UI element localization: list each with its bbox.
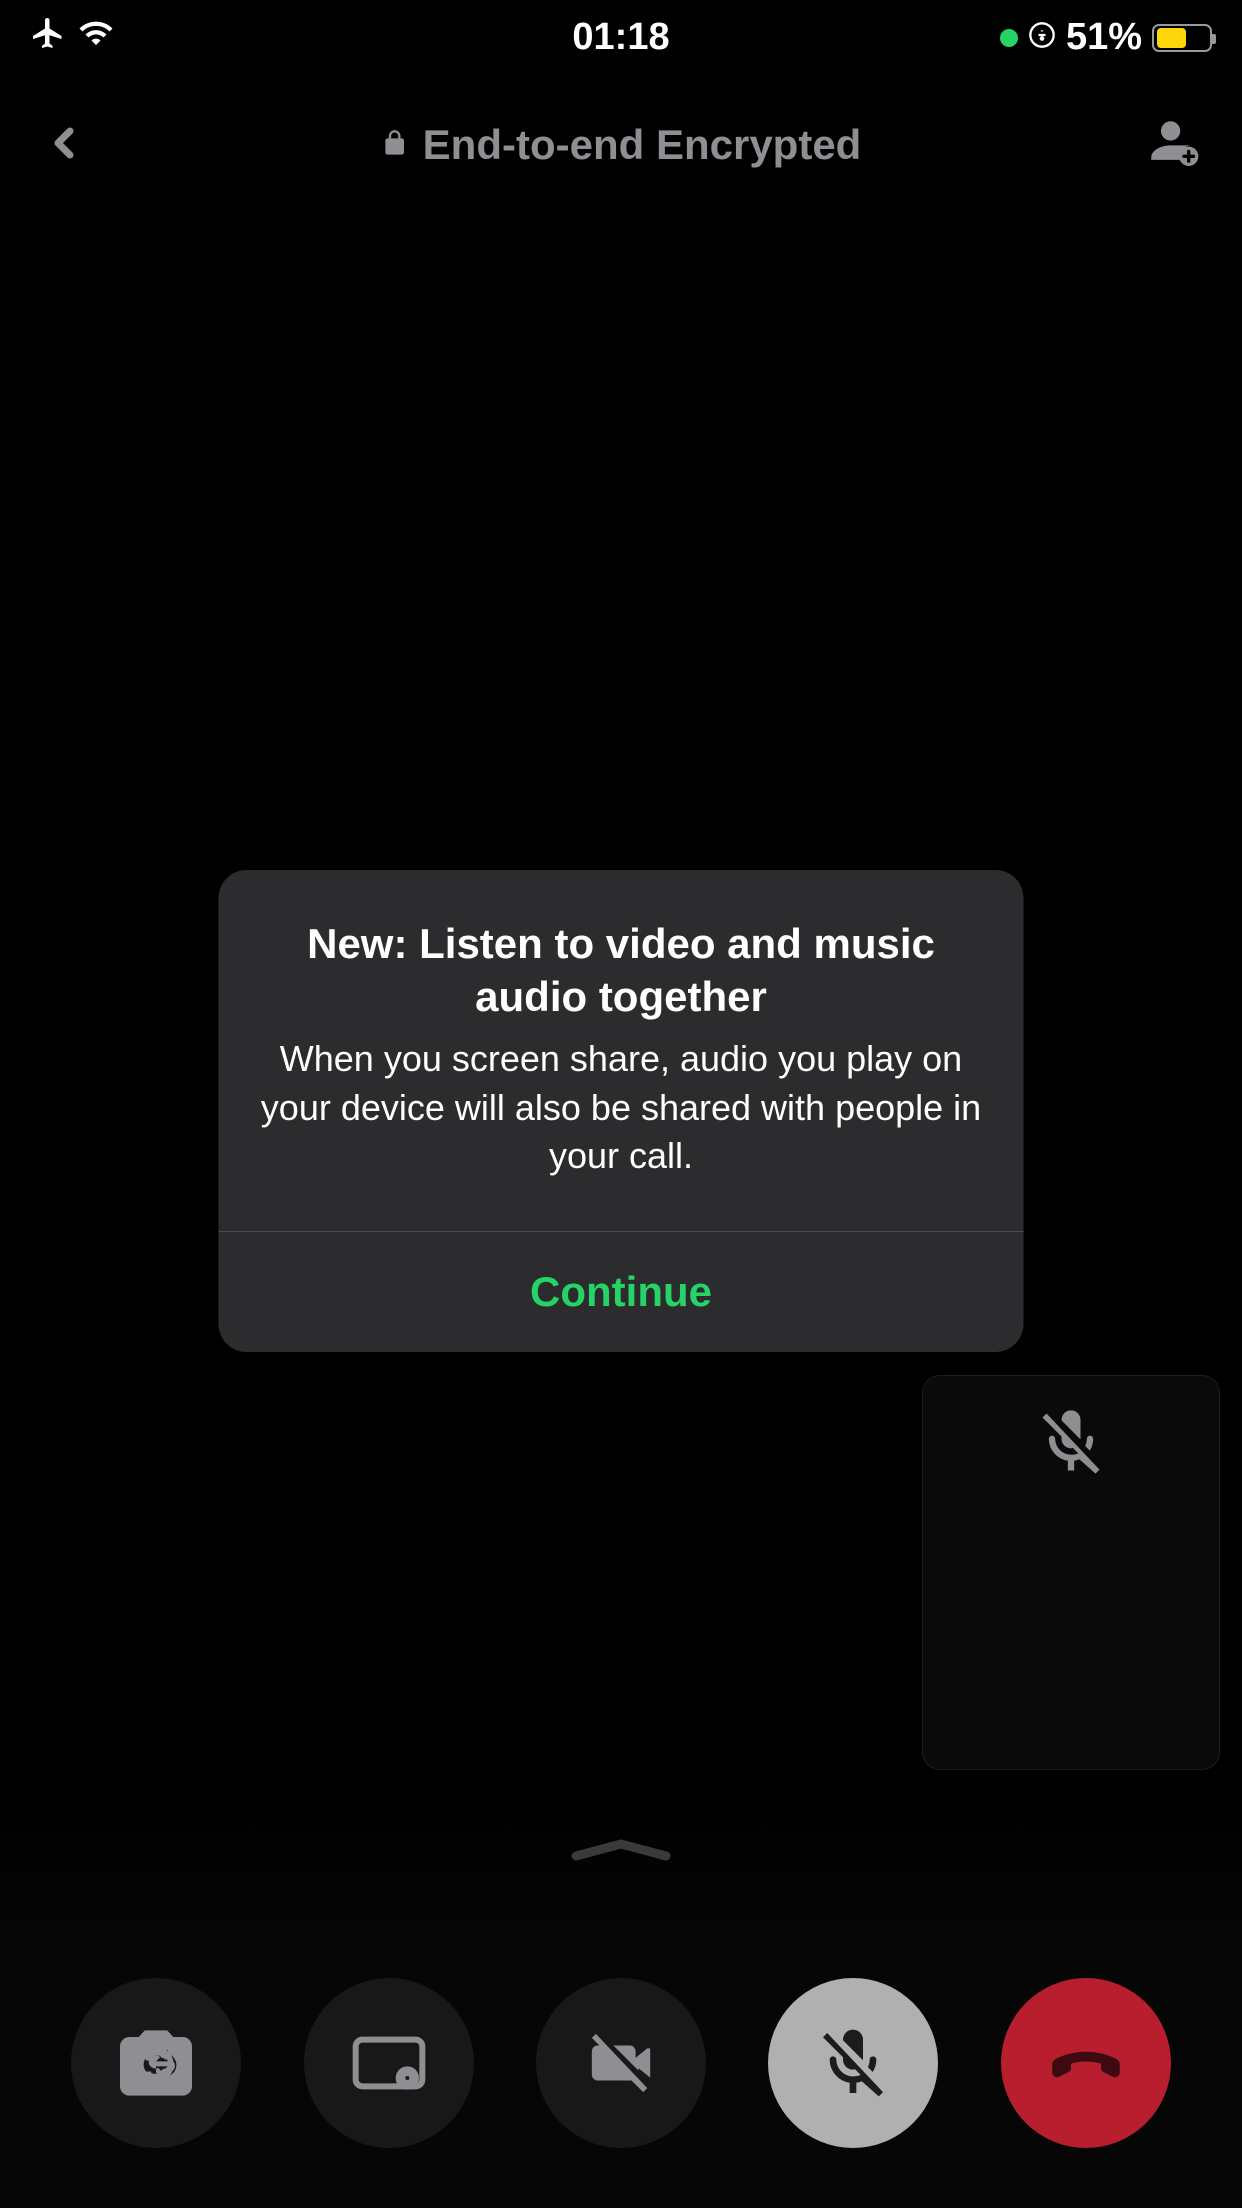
lock-icon <box>381 121 409 169</box>
privacy-indicator-icon <box>1000 29 1018 47</box>
status-left <box>30 15 114 61</box>
feature-dialog: New: Listen to video and music audio tog… <box>219 870 1024 1352</box>
hangup-button[interactable] <box>1001 1978 1171 2148</box>
header-title-row: End-to-end Encrypted <box>381 121 862 169</box>
self-view-pip[interactable] <box>922 1375 1220 1770</box>
add-participant-button[interactable] <box>1144 114 1202 177</box>
battery-icon <box>1152 24 1212 52</box>
wifi-icon <box>78 15 114 61</box>
switch-camera-button[interactable] <box>71 1978 241 2148</box>
dialog-body: When you screen share, audio you play on… <box>259 1035 984 1181</box>
header-title-text: End-to-end Encrypted <box>423 121 862 169</box>
airplane-mode-icon <box>30 15 66 61</box>
call-controls-sheet <box>0 1798 1242 2208</box>
controls-row <box>0 1978 1242 2148</box>
dialog-title: New: Listen to video and music audio tog… <box>259 918 984 1023</box>
mic-muted-icon <box>1033 1404 1109 1485</box>
back-button[interactable] <box>40 115 88 176</box>
status-right: 51% <box>1000 16 1212 59</box>
screen-share-button[interactable] <box>304 1978 474 2148</box>
call-header: End-to-end Encrypted <box>0 100 1242 190</box>
continue-button[interactable]: Continue <box>219 1232 1024 1352</box>
mute-button[interactable] <box>768 1978 938 2148</box>
battery-percent: 51% <box>1066 16 1142 59</box>
status-bar: 01:18 51% <box>0 0 1242 75</box>
dialog-content: New: Listen to video and music audio tog… <box>219 870 1024 1231</box>
orientation-lock-icon <box>1028 16 1056 59</box>
video-off-button[interactable] <box>536 1978 706 2148</box>
status-time: 01:18 <box>572 16 669 59</box>
drag-handle-icon[interactable] <box>566 1834 676 1869</box>
